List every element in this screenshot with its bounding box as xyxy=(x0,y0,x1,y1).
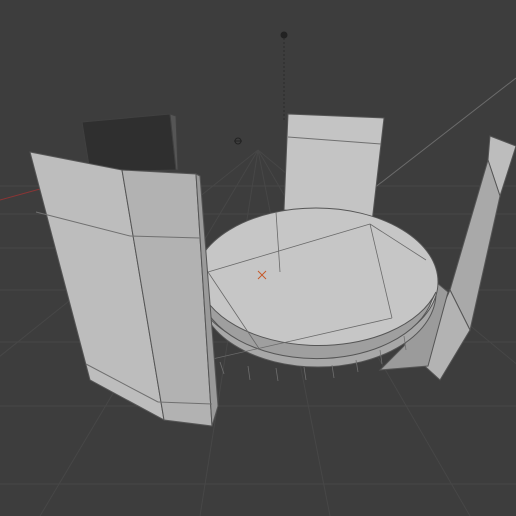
light-icon[interactable] xyxy=(280,31,288,120)
camera-origin-icon[interactable] xyxy=(234,137,242,145)
pillar-front-left[interactable] xyxy=(29,151,219,427)
pillar-back-center[interactable] xyxy=(283,113,385,223)
pillar-back-left[interactable] xyxy=(81,113,179,173)
3d-viewport[interactable] xyxy=(0,0,516,516)
viewport-canvas[interactable] xyxy=(0,0,516,516)
